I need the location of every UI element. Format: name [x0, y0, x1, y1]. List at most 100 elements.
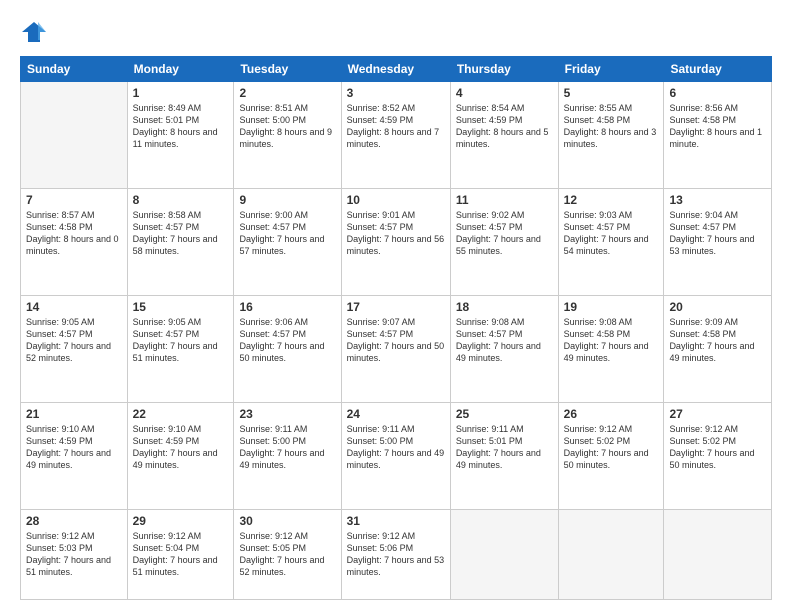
day-info: Sunrise: 9:05 AM Sunset: 4:57 PM Dayligh…: [133, 316, 229, 365]
day-info: Sunrise: 8:52 AM Sunset: 4:59 PM Dayligh…: [347, 102, 445, 151]
calendar-cell: 17 Sunrise: 9:07 AM Sunset: 4:57 PM Dayli…: [341, 296, 450, 403]
calendar-cell: [664, 510, 772, 600]
calendar-cell: 6Sunrise: 8:56 AM Sunset: 4:58 PM Daylig…: [664, 82, 772, 189]
week-row: 21 Sunrise: 9:10 AM Sunset: 4:59 PM Dayli…: [21, 403, 772, 510]
calendar-cell: 18Sunrise: 9:08 AM Sunset: 4:57 PM Dayli…: [450, 296, 558, 403]
calendar-cell: [450, 510, 558, 600]
calendar-table: SundayMondayTuesdayWednesdayThursdayFrid…: [20, 56, 772, 600]
day-info: Sunrise: 9:12 AM Sunset: 5:02 PM Dayligh…: [564, 423, 659, 472]
calendar-cell: 30 Sunrise: 9:12 AM Sunset: 5:05 PM Dayli…: [234, 510, 341, 600]
day-number: 1: [133, 86, 229, 100]
day-number: 24: [347, 407, 445, 421]
day-number: 31: [347, 514, 445, 528]
calendar-cell: 5Sunrise: 8:55 AM Sunset: 4:58 PM Daylig…: [558, 82, 664, 189]
day-number: 14: [26, 300, 122, 314]
page: SundayMondayTuesdayWednesdayThursdayFrid…: [0, 0, 792, 612]
day-number: 3: [347, 86, 445, 100]
day-number: 8: [133, 193, 229, 207]
calendar-cell: 11 Sunrise: 9:02 AM Sunset: 4:57 PM Dayli…: [450, 189, 558, 296]
day-number: 16: [239, 300, 335, 314]
calendar-cell: 22Sunrise: 9:10 AM Sunset: 4:59 PM Dayli…: [127, 403, 234, 510]
calendar-cell: 12Sunrise: 9:03 AM Sunset: 4:57 PM Dayli…: [558, 189, 664, 296]
calendar-cell: [21, 82, 128, 189]
day-info: Sunrise: 8:51 AM Sunset: 5:00 PM Dayligh…: [239, 102, 335, 151]
calendar-cell: 2 Sunrise: 8:51 AM Sunset: 5:00 PM Daylig…: [234, 82, 341, 189]
calendar-cell: 31 Sunrise: 9:12 AM Sunset: 5:06 PM Dayli…: [341, 510, 450, 600]
day-info: Sunrise: 8:54 AM Sunset: 4:59 PM Dayligh…: [456, 102, 553, 151]
day-info: Sunrise: 9:04 AM Sunset: 4:57 PM Dayligh…: [669, 209, 766, 258]
day-number: 7: [26, 193, 122, 207]
day-info: Sunrise: 9:07 AM Sunset: 4:57 PM Dayligh…: [347, 316, 445, 365]
day-info: Sunrise: 9:06 AM Sunset: 4:57 PM Dayligh…: [239, 316, 335, 365]
day-of-week-header: Monday: [127, 57, 234, 82]
day-number: 4: [456, 86, 553, 100]
day-number: 13: [669, 193, 766, 207]
calendar-cell: 16 Sunrise: 9:06 AM Sunset: 4:57 PM Dayli…: [234, 296, 341, 403]
day-of-week-header: Wednesday: [341, 57, 450, 82]
calendar-cell: 14 Sunrise: 9:05 AM Sunset: 4:57 PM Dayli…: [21, 296, 128, 403]
day-info: Sunrise: 9:09 AM Sunset: 4:58 PM Dayligh…: [669, 316, 766, 365]
day-info: Sunrise: 9:12 AM Sunset: 5:04 PM Dayligh…: [133, 530, 229, 579]
day-info: Sunrise: 9:10 AM Sunset: 4:59 PM Dayligh…: [26, 423, 122, 472]
calendar-cell: 1 Sunrise: 8:49 AM Sunset: 5:01 PM Daylig…: [127, 82, 234, 189]
day-of-week-header: Thursday: [450, 57, 558, 82]
day-number: 26: [564, 407, 659, 421]
day-number: 29: [133, 514, 229, 528]
calendar-cell: 7 Sunrise: 8:57 AM Sunset: 4:58 PM Daylig…: [21, 189, 128, 296]
calendar-cell: 13 Sunrise: 9:04 AM Sunset: 4:57 PM Dayli…: [664, 189, 772, 296]
day-number: 11: [456, 193, 553, 207]
calendar-cell: 29 Sunrise: 9:12 AM Sunset: 5:04 PM Dayli…: [127, 510, 234, 600]
day-info: Sunrise: 8:58 AM Sunset: 4:57 PM Dayligh…: [133, 209, 229, 258]
day-number: 10: [347, 193, 445, 207]
day-number: 2: [239, 86, 335, 100]
calendar-cell: 23 Sunrise: 9:11 AM Sunset: 5:00 PM Dayli…: [234, 403, 341, 510]
day-number: 6: [669, 86, 766, 100]
day-info: Sunrise: 9:11 AM Sunset: 5:00 PM Dayligh…: [239, 423, 335, 472]
day-info: Sunrise: 8:57 AM Sunset: 4:58 PM Dayligh…: [26, 209, 122, 258]
day-number: 19: [564, 300, 659, 314]
calendar-cell: 21 Sunrise: 9:10 AM Sunset: 4:59 PM Dayli…: [21, 403, 128, 510]
day-of-week-header: Tuesday: [234, 57, 341, 82]
day-of-week-header: Friday: [558, 57, 664, 82]
day-info: Sunrise: 9:12 AM Sunset: 5:05 PM Dayligh…: [239, 530, 335, 579]
day-info: Sunrise: 9:00 AM Sunset: 4:57 PM Dayligh…: [239, 209, 335, 258]
header-row: SundayMondayTuesdayWednesdayThursdayFrid…: [21, 57, 772, 82]
day-info: Sunrise: 8:49 AM Sunset: 5:01 PM Dayligh…: [133, 102, 229, 151]
day-info: Sunrise: 9:12 AM Sunset: 5:02 PM Dayligh…: [669, 423, 766, 472]
day-info: Sunrise: 9:11 AM Sunset: 5:01 PM Dayligh…: [456, 423, 553, 472]
day-number: 21: [26, 407, 122, 421]
day-number: 30: [239, 514, 335, 528]
logo: [20, 18, 52, 46]
day-of-week-header: Sunday: [21, 57, 128, 82]
calendar-cell: 24 Sunrise: 9:11 AM Sunset: 5:00 PM Dayli…: [341, 403, 450, 510]
day-info: Sunrise: 9:12 AM Sunset: 5:06 PM Dayligh…: [347, 530, 445, 579]
day-info: Sunrise: 9:08 AM Sunset: 4:58 PM Dayligh…: [564, 316, 659, 365]
calendar-cell: 3 Sunrise: 8:52 AM Sunset: 4:59 PM Daylig…: [341, 82, 450, 189]
week-row: 7 Sunrise: 8:57 AM Sunset: 4:58 PM Daylig…: [21, 189, 772, 296]
day-info: Sunrise: 8:55 AM Sunset: 4:58 PM Dayligh…: [564, 102, 659, 151]
day-number: 28: [26, 514, 122, 528]
calendar-cell: 27 Sunrise: 9:12 AM Sunset: 5:02 PM Dayli…: [664, 403, 772, 510]
day-info: Sunrise: 9:08 AM Sunset: 4:57 PM Dayligh…: [456, 316, 553, 365]
week-row: 28Sunrise: 9:12 AM Sunset: 5:03 PM Dayli…: [21, 510, 772, 600]
day-number: 23: [239, 407, 335, 421]
day-number: 20: [669, 300, 766, 314]
calendar-cell: 15 Sunrise: 9:05 AM Sunset: 4:57 PM Dayli…: [127, 296, 234, 403]
week-row: 1 Sunrise: 8:49 AM Sunset: 5:01 PM Daylig…: [21, 82, 772, 189]
calendar-cell: 9Sunrise: 9:00 AM Sunset: 4:57 PM Daylig…: [234, 189, 341, 296]
header: [20, 18, 772, 46]
day-number: 22: [133, 407, 229, 421]
day-info: Sunrise: 9:11 AM Sunset: 5:00 PM Dayligh…: [347, 423, 445, 472]
calendar-cell: 19 Sunrise: 9:08 AM Sunset: 4:58 PM Dayli…: [558, 296, 664, 403]
day-number: 15: [133, 300, 229, 314]
calendar-cell: 25Sunrise: 9:11 AM Sunset: 5:01 PM Dayli…: [450, 403, 558, 510]
calendar-cell: 26 Sunrise: 9:12 AM Sunset: 5:02 PM Dayli…: [558, 403, 664, 510]
day-info: Sunrise: 9:03 AM Sunset: 4:57 PM Dayligh…: [564, 209, 659, 258]
day-number: 17: [347, 300, 445, 314]
day-info: Sunrise: 9:05 AM Sunset: 4:57 PM Dayligh…: [26, 316, 122, 365]
day-info: Sunrise: 9:02 AM Sunset: 4:57 PM Dayligh…: [456, 209, 553, 258]
day-number: 27: [669, 407, 766, 421]
day-info: Sunrise: 9:01 AM Sunset: 4:57 PM Dayligh…: [347, 209, 445, 258]
calendar-cell: 20 Sunrise: 9:09 AM Sunset: 4:58 PM Dayli…: [664, 296, 772, 403]
calendar-cell: 8 Sunrise: 8:58 AM Sunset: 4:57 PM Daylig…: [127, 189, 234, 296]
